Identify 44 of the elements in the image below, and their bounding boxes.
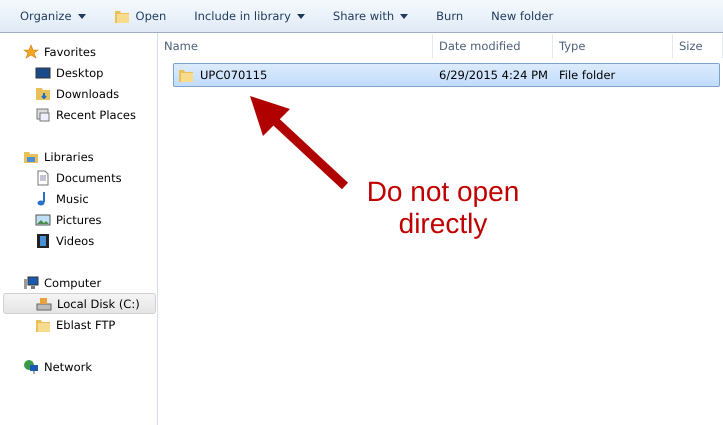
nav-group[interactable]: Favorites bbox=[3, 41, 156, 62]
nav-item[interactable]: Music bbox=[3, 188, 156, 209]
date-modified: 6/29/2015 4:24 PM bbox=[439, 68, 548, 82]
nav-item[interactable]: Downloads bbox=[3, 83, 156, 104]
caret-icon bbox=[400, 14, 408, 18]
file-type: File folder bbox=[559, 68, 616, 82]
nav-item[interactable]: Local Disk (C:) bbox=[3, 293, 156, 314]
drive-icon bbox=[36, 296, 52, 312]
nav-group[interactable]: Network bbox=[3, 356, 156, 377]
pictures-icon bbox=[35, 212, 51, 228]
nav-item[interactable]: Eblast FTP bbox=[3, 314, 156, 335]
annotation-text: Do not open directly bbox=[366, 176, 520, 240]
file-row[interactable]: UPC070115 6/29/2015 4:24 PM File folder bbox=[173, 63, 720, 87]
folder-icon bbox=[35, 318, 51, 332]
nav-item[interactable]: Documents bbox=[3, 167, 156, 188]
download-folder-icon bbox=[35, 86, 51, 102]
caret-icon bbox=[78, 14, 86, 18]
column-header[interactable]: Size bbox=[673, 34, 723, 58]
network-icon bbox=[23, 358, 39, 374]
file-name: UPC070115 bbox=[200, 68, 268, 82]
nav-item[interactable]: Videos bbox=[3, 230, 156, 251]
toolbar-button[interactable]: New folder bbox=[479, 4, 566, 28]
column-header[interactable]: Date modified bbox=[433, 34, 553, 58]
toolbar-button[interactable]: Share with bbox=[320, 4, 420, 28]
recent-places-icon bbox=[35, 106, 51, 122]
open-folder-icon bbox=[114, 9, 130, 23]
computer-icon bbox=[23, 274, 39, 290]
column-header[interactable]: Type bbox=[553, 34, 673, 58]
toolbar-button[interactable]: Open bbox=[102, 4, 178, 28]
toolbar-button[interactable]: Burn bbox=[424, 4, 476, 28]
caret-icon bbox=[296, 14, 305, 18]
nav-item[interactable]: Desktop bbox=[3, 62, 156, 83]
column-header[interactable]: Name bbox=[158, 34, 433, 58]
nav-item[interactable]: Recent Places bbox=[3, 104, 156, 125]
document-icon bbox=[35, 170, 51, 186]
nav-group[interactable]: Libraries bbox=[3, 146, 156, 167]
nav-item[interactable]: Pictures bbox=[3, 209, 156, 230]
film-icon bbox=[35, 232, 51, 248]
monitor-icon bbox=[35, 64, 51, 80]
toolbar-button[interactable]: Organize bbox=[8, 4, 98, 28]
toolbar-button[interactable]: Include in library bbox=[182, 4, 317, 28]
nav-group[interactable]: Computer bbox=[3, 272, 156, 293]
folder-icon bbox=[178, 68, 194, 82]
star-icon bbox=[23, 44, 39, 60]
